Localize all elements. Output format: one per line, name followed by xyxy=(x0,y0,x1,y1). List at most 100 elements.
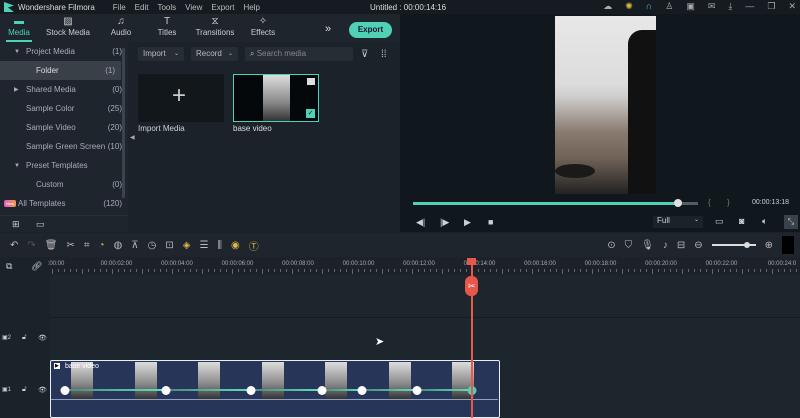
add-track-icon[interactable]: ⧉ xyxy=(6,261,12,272)
tab-media[interactable]: ▬ Media xyxy=(6,14,32,42)
motion-tracking-icon[interactable]: ◉ xyxy=(231,240,240,251)
new-folder-icon[interactable]: ⊞ xyxy=(12,219,20,230)
more-tabs-icon[interactable]: » xyxy=(325,23,331,35)
audio-wave-icon[interactable]: ⫼ xyxy=(217,240,222,251)
download-icon[interactable]: ⤓ xyxy=(728,1,732,12)
headset-icon[interactable]: ∩ xyxy=(646,1,652,12)
keyframe-node[interactable] xyxy=(357,386,367,395)
menu-help[interactable]: Help xyxy=(243,3,259,12)
keyframe-icon[interactable]: ◈ xyxy=(183,240,191,251)
keyframe-node[interactable] xyxy=(246,386,256,395)
tab-effects[interactable]: ✧ Effects xyxy=(240,14,286,42)
import-dropdown[interactable]: Import ⌄ xyxy=(138,47,184,61)
lock-icon[interactable]: 🔓︎ xyxy=(22,386,27,394)
sidebar-scrollbar[interactable] xyxy=(122,48,125,198)
sidebar-item-custom[interactable]: Custom (0) xyxy=(0,175,128,194)
save-icon[interactable]: ▣ xyxy=(686,1,695,12)
base-video-thumbnail[interactable]: ✓ xyxy=(233,74,319,122)
grid-view-icon[interactable]: ⁞⁞ xyxy=(381,49,387,60)
video-clip[interactable]: ▶ base video xyxy=(50,360,500,418)
undo-icon[interactable]: ↶ xyxy=(10,240,18,251)
text-to-speech-icon[interactable]: Ⓣ xyxy=(249,238,259,253)
quality-dropdown[interactable]: Full ⌄ xyxy=(653,216,703,228)
zoom-fit-icon[interactable]: ⊡ xyxy=(165,240,173,251)
import-media-tile[interactable]: + xyxy=(138,74,224,122)
stop-icon[interactable]: ■ xyxy=(488,217,493,227)
sidebar-item-folder[interactable]: Folder (1) xyxy=(0,61,121,80)
sidebar-item-project-media[interactable]: ▼ Project Media (1) xyxy=(0,42,128,61)
keyframe-node[interactable] xyxy=(317,386,327,395)
scrubber-handle[interactable] xyxy=(674,199,683,207)
keyframe-node[interactable] xyxy=(412,386,422,395)
color-icon[interactable]: ◍ xyxy=(114,240,123,251)
keyframe-node[interactable] xyxy=(60,386,70,395)
collapse-panel-icon[interactable]: ◀ xyxy=(130,134,135,141)
keyframe-node[interactable] xyxy=(161,386,171,395)
marker-icon[interactable]: ⛉ xyxy=(625,240,633,251)
mail-icon[interactable]: ✉ xyxy=(708,1,716,12)
prev-frame-icon[interactable]: ◀| xyxy=(416,217,425,228)
ruler-tick xyxy=(490,269,491,272)
ruler-tick xyxy=(244,269,245,272)
cloud-icon[interactable]: ☁ xyxy=(603,1,612,12)
lock-icon[interactable]: 🔓︎ xyxy=(22,334,27,342)
cut-icon[interactable]: ✂ xyxy=(66,240,74,251)
menu-export[interactable]: Export xyxy=(211,3,234,12)
tab-titles[interactable]: T Titles xyxy=(144,14,190,42)
display-icon[interactable]: ▭ xyxy=(715,216,724,227)
mic-icon[interactable]: 🎙︎ xyxy=(641,240,654,251)
minimize-icon[interactable]: — xyxy=(745,1,754,12)
snapshot-icon[interactable]: ◙ xyxy=(739,216,744,226)
fit-timeline-icon[interactable]: ⊟ xyxy=(677,240,685,251)
sidebar-item-all-templates[interactable]: New All Templates (120) xyxy=(0,194,128,213)
mark-in-icon[interactable]: { xyxy=(708,198,711,207)
mark-out-icon[interactable]: } xyxy=(727,198,730,207)
bulb-icon[interactable]: ✺ xyxy=(625,1,633,12)
tab-audio[interactable]: ♫ Audio xyxy=(98,14,144,42)
tab-transitions[interactable]: ⧖ Transitions xyxy=(190,14,240,42)
sidebar-item-shared-media[interactable]: ▶ Shared Media (0) xyxy=(0,80,128,99)
filter-icon[interactable]: ⊽ xyxy=(361,49,368,60)
redo-icon[interactable]: ↷ xyxy=(27,240,35,251)
duration-icon[interactable]: ◷ xyxy=(148,240,157,251)
panel-toggle-icon[interactable] xyxy=(782,236,794,254)
user-icon[interactable]: ♙ xyxy=(665,1,673,12)
close-icon[interactable]: ✕ xyxy=(788,1,796,12)
menu-edit[interactable]: Edit xyxy=(135,3,149,12)
volume-icon[interactable]: 🔈︎ xyxy=(762,216,767,227)
crop-icon[interactable]: ⌗ xyxy=(84,240,90,251)
menu-tools[interactable]: Tools xyxy=(157,3,176,12)
next-frame-icon[interactable]: |▶ xyxy=(440,217,449,228)
sidebar-item-preset-templates[interactable]: ▼ Preset Templates xyxy=(0,156,128,175)
search-media-input[interactable]: ⌕ Search media xyxy=(245,47,353,61)
play-icon[interactable]: ▶ xyxy=(464,217,471,228)
sidebar-item-sample-video[interactable]: Sample Video (20) xyxy=(0,118,128,137)
video-pan xyxy=(555,164,595,178)
sidebar-item-sample-green-screen[interactable]: Sample Green Screen (10) xyxy=(0,137,128,156)
render-icon[interactable]: ⊙ xyxy=(607,240,615,251)
adjust-icon[interactable]: ☰ xyxy=(199,240,208,251)
stabilize-icon[interactable]: ⊼ xyxy=(131,240,138,251)
speed-icon[interactable]: ◔ xyxy=(99,240,105,251)
record-dropdown[interactable]: Record ⌄ xyxy=(191,47,238,61)
folder-icon[interactable]: ▭ xyxy=(36,219,45,230)
link-icon[interactable]: 🔗︎ xyxy=(31,261,42,272)
eye-icon[interactable]: 👁︎ xyxy=(38,334,47,342)
tab-stock-media[interactable]: ▨ Stock Media xyxy=(38,14,98,42)
restore-icon[interactable]: ❐ xyxy=(767,1,775,12)
menu-view[interactable]: View xyxy=(185,3,202,12)
fullscreen-icon[interactable]: ⤡ xyxy=(784,215,798,229)
playback-scrubber[interactable] xyxy=(413,199,698,207)
zoom-out-icon[interactable]: ⊖ xyxy=(694,240,702,251)
zoom-in-icon[interactable]: ⊕ xyxy=(765,240,773,251)
sidebar-item-sample-color[interactable]: Sample Color (25) xyxy=(0,99,128,118)
menu-file[interactable]: File xyxy=(113,3,126,12)
delete-icon[interactable]: 🗑︎ xyxy=(45,240,58,251)
export-button[interactable]: Export xyxy=(349,22,392,38)
split-marker-icon[interactable]: ✂ xyxy=(465,276,478,296)
timeline-ruler[interactable]: ⧉ 🔗︎ :00:00 00:00:02:00 00:00:04:00 00:00:0… xyxy=(0,257,800,275)
zoom-slider[interactable] xyxy=(711,242,756,248)
filmora-logo-icon xyxy=(4,2,14,12)
music-icon[interactable]: ♪ xyxy=(663,240,668,251)
eye-icon[interactable]: 👁︎ xyxy=(38,386,47,394)
